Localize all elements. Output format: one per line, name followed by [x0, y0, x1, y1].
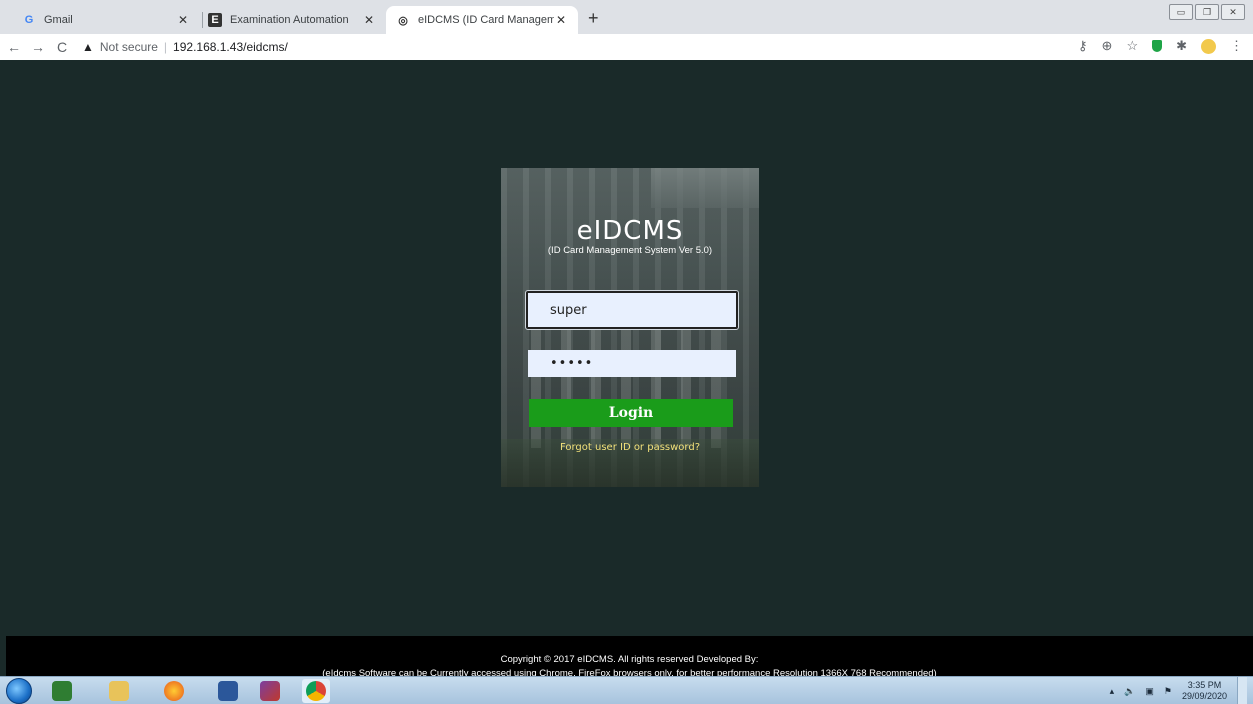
gmail-icon: G: [24, 14, 34, 26]
forgot-password-link[interactable]: Forgot user ID or password?: [501, 442, 759, 453]
close-icon[interactable]: ✕: [362, 13, 376, 27]
file-explorer-icon[interactable]: [105, 679, 133, 703]
close-icon[interactable]: ✕: [176, 13, 190, 27]
clock-time: 3:35 PM: [1187, 680, 1222, 690]
show-desktop-button[interactable]: [1237, 677, 1247, 704]
back-icon[interactable]: ←: [4, 39, 24, 55]
building-image: [651, 168, 759, 208]
tab-examination-automation[interactable]: E Examination Automation ✕: [198, 6, 386, 34]
chevron-up-icon[interactable]: ▴: [1110, 686, 1115, 697]
warning-icon[interactable]: ▲: [82, 40, 94, 54]
network-icon[interactable]: ▣: [1145, 686, 1154, 697]
close-icon[interactable]: ✕: [554, 13, 568, 27]
username-input[interactable]: [525, 290, 739, 330]
clock[interactable]: 3:35 PM 29/09/2020: [1182, 680, 1227, 702]
clock-date: 29/09/2020: [1181, 691, 1227, 701]
url-text[interactable]: 192.168.1.43/eidcms/: [173, 40, 288, 54]
puzzle-extension-icon[interactable]: ✱: [1176, 38, 1187, 54]
excel-icon[interactable]: [48, 679, 76, 703]
login-card: eIDCMS (ID Card Management System Ver 5.…: [501, 168, 759, 487]
browser-tabstrip: G Gmail ✕ E Examination Automation ✕ ◎ e…: [0, 0, 1253, 34]
tab-gmail[interactable]: G Gmail ✕: [12, 6, 200, 34]
app-icon: E: [208, 13, 222, 27]
firefox-icon[interactable]: [160, 679, 188, 703]
password-input[interactable]: [528, 350, 736, 377]
forward-icon[interactable]: →: [28, 39, 48, 55]
books-icon[interactable]: [256, 679, 284, 703]
toolbar-actions: ⚷ ⊕ ☆ ✱ ⋮: [1078, 38, 1243, 54]
reload-icon[interactable]: C: [52, 39, 72, 55]
shield-extension-icon[interactable]: [1152, 40, 1163, 52]
flag-icon[interactable]: ⚑: [1164, 686, 1172, 697]
new-tab-button[interactable]: +: [588, 9, 599, 27]
window-controls: ▭ ❐ ✕: [1169, 4, 1245, 20]
minimize-icon[interactable]: ▭: [1169, 4, 1193, 20]
system-tray: ▴ 🔈 ▣ ⚑ 3:35 PM 29/09/2020: [1110, 677, 1247, 704]
taskbar: ▴ 🔈 ▣ ⚑ 3:35 PM 29/09/2020: [0, 676, 1253, 704]
tab-eidcms[interactable]: ◎ eIDCMS (ID Card Management S ✕: [386, 6, 578, 34]
security-label[interactable]: Not secure: [100, 40, 158, 54]
chrome-icon[interactable]: [302, 679, 330, 703]
menu-icon[interactable]: ⋮: [1230, 38, 1243, 54]
volume-icon[interactable]: 🔈: [1124, 686, 1135, 697]
address-bar[interactable]: ▲ Not secure | 192.168.1.43/eidcms/: [82, 40, 288, 54]
key-icon[interactable]: ⚷: [1078, 38, 1088, 54]
tab-label: Examination Automation: [230, 14, 349, 26]
close-window-icon[interactable]: ✕: [1221, 4, 1245, 20]
page-footer: Copyright © 2017 eIDCMS. All rights rese…: [6, 636, 1253, 679]
tab-label: eIDCMS (ID Card Management S: [418, 14, 554, 26]
star-icon[interactable]: ☆: [1126, 38, 1138, 54]
restore-icon[interactable]: ❐: [1195, 4, 1219, 20]
start-button[interactable]: [4, 677, 34, 704]
app-subtitle: (ID Card Management System Ver 5.0): [547, 245, 713, 256]
page-background: eIDCMS (ID Card Management System Ver 5.…: [6, 60, 1253, 636]
divider: |: [163, 40, 168, 54]
word-icon[interactable]: [214, 679, 242, 703]
tab-label: Gmail: [44, 14, 73, 26]
globe-icon: ◎: [398, 14, 408, 27]
browser-toolbar: ← → C ▲ Not secure | 192.168.1.43/eidcms…: [0, 34, 1253, 60]
profile-avatar[interactable]: [1201, 38, 1216, 54]
copyright-text: Copyright © 2017 eIDCMS. All rights rese…: [500, 654, 759, 665]
app-title: eIDCMS: [576, 216, 684, 246]
login-button[interactable]: Login: [529, 399, 733, 427]
zoom-icon[interactable]: ⊕: [1102, 38, 1113, 54]
windows-orb-icon: [6, 678, 32, 704]
